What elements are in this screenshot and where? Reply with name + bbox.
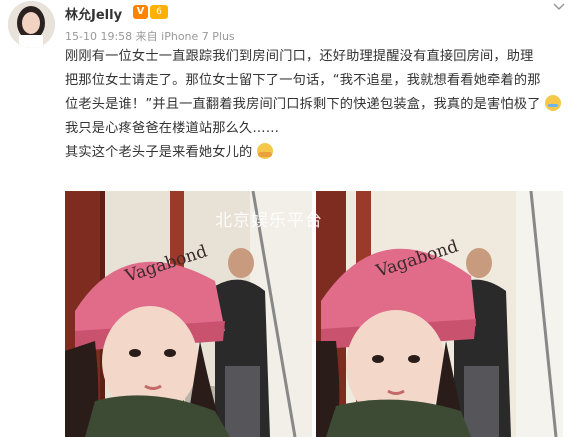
post-line: 其实这个老头子是来看她女儿的: [65, 145, 253, 160]
post-line: 我只是心疼爸爸在楼道站那么久……: [65, 121, 280, 136]
hug-emoji-icon: [256, 143, 273, 159]
author-name[interactable]: 林允Jelly: [65, 4, 122, 23]
post-text: 刚刚有一位女士一直跟踪我们到房间门口，还好助理提醒没有直接回房间，助理 把那位女…: [65, 45, 565, 165]
vip-level-icon: 6: [150, 5, 168, 19]
photo-2[interactable]: Vagabond: [316, 191, 563, 437]
post-line: 把那位女士请走了。那位女士留下了一句话，“我不追星，我就想看看她牵着的那: [65, 73, 541, 88]
post-line-with-emoji: 其实这个老头子是来看她女儿的: [65, 141, 565, 165]
post-line: 刚刚有一位女士一直跟踪我们到房间门口，还好助理提醒没有直接回房间，助理: [65, 49, 534, 64]
crying-emoji-icon: [545, 95, 561, 111]
post-meta: 15-10 19:58 来自 iPhone 7 Plus: [65, 30, 235, 43]
post-line: 位老头是谁！”并且一直翻着我房间门口拆剩下的快递包装盒，我真的是害怕极了: [65, 97, 541, 112]
post-line-with-emoji: 位老头是谁！”并且一直翻着我房间门口拆剩下的快递包装盒，我真的是害怕极了: [65, 93, 565, 117]
chevron-down-icon[interactable]: [553, 2, 565, 12]
verified-badge: V: [133, 5, 148, 19]
avatar[interactable]: [8, 1, 55, 48]
watermark: 北京娱乐平台: [215, 211, 323, 231]
